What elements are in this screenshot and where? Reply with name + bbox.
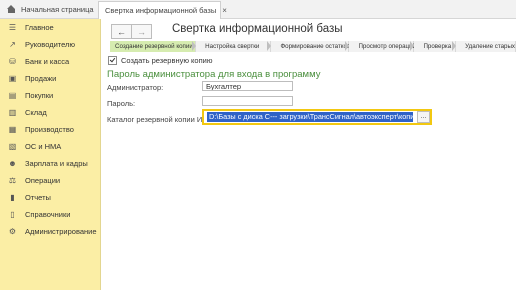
assets-icon: ▧ [8,141,17,151]
sidebar-item-label: ОС и НМА [25,141,62,151]
forward-button[interactable]: → [132,24,152,39]
sidebar-item-label: Производство [25,124,74,134]
section-title: Пароль администратора для входа в програ… [107,69,321,80]
home-icon [7,5,15,13]
sidebar: ☰ Главное ↗ Руководителю ⛁ Банк и касса … [0,19,101,290]
operations-icon: ⚖ [8,175,17,185]
password-field[interactable] [202,96,293,106]
sidebar-item-directories[interactable]: ▯ Справочники [0,206,100,222]
step-label: Создание резервной копии [115,43,193,50]
admin-field[interactable]: Бухгалтер [202,81,293,91]
create-backup-option[interactable]: Создать резервную копию [108,56,212,65]
sidebar-item-production[interactable]: ▦ Производство [0,121,100,137]
bank-icon: ⛁ [9,56,16,66]
sidebar-item-label: Главное [25,22,54,32]
people-icon: ☻ [8,158,17,168]
basket-icon: ▤ [8,90,17,100]
factory-icon: ▦ [8,124,17,134]
sidebar-item-label: Справочники [25,209,71,219]
create-backup-checkbox[interactable] [108,56,117,65]
step-label: Настройка свертки [205,43,260,50]
gear-icon: ⚙ [8,226,17,236]
sidebar-item-label: Отчеты [25,192,51,202]
step-check[interactable]: Проверка [414,41,457,52]
step-label: Проверка [423,43,452,50]
page-title: Свертка информационной базы [172,23,343,35]
step-view-operations[interactable]: Просмотр операций [349,41,417,52]
sidebar-item-label: Руководителю [25,39,76,49]
close-icon[interactable]: × [222,6,227,15]
sidebar-item-reports[interactable]: ▮ Отчеты [0,189,100,205]
create-backup-label: Создать резервную копию [121,56,213,65]
sidebar-item-administration[interactable]: ⚙ Администрирование [0,223,100,239]
sidebar-item-label: Покупки [25,90,54,100]
admin-label: Администратор: [107,83,164,92]
tab-home[interactable]: Начальная страница [0,2,104,17]
browse-button[interactable]: ... [417,111,430,123]
cart-icon: ▣ [8,73,17,83]
tab-infobase-collapse[interactable]: Свертка информационной базы × [98,1,227,19]
menu-icon: ☰ [8,22,17,32]
tab-bar: Начальная страница Свертка информационно… [0,0,516,19]
back-button[interactable]: ← [111,24,132,39]
sidebar-item-label: Зарплата и кадры [25,158,88,168]
warehouse-icon: ▥ [8,107,17,117]
step-form-balances[interactable]: Формирование остатков [271,41,351,52]
wizard-steps: Создание резервной копии Настройка сверт… [110,41,516,52]
tab-home-label: Начальная страница [21,5,94,14]
password-label: Пароль: [107,99,136,108]
sidebar-item-label: Банк и касса [25,56,70,66]
sidebar-item-assets[interactable]: ▧ ОС и НМА [0,138,100,154]
sidebar-item-warehouse[interactable]: ▥ Склад [0,104,100,120]
sidebar-item-sales[interactable]: ▣ Продажи [0,70,100,86]
step-collapse-settings[interactable]: Настройка свертки [196,41,272,52]
backup-dir-value[interactable]: D:\Базы с диска С--- загрузки\ТрансСигна… [207,112,414,122]
backup-dir-field[interactable]: D:\Базы с диска С--- загрузки\ТрансСигна… [202,109,432,125]
step-delete-old[interactable]: Удаление старых [456,41,516,52]
backup-dir-label: Каталог резервной копии ИБ: [107,115,210,124]
step-label: Просмотр операций [358,43,417,50]
sidebar-item-purchases[interactable]: ▤ Покупки [0,87,100,103]
reports-icon: ▮ [10,192,15,202]
trend-icon: ↗ [9,39,16,49]
sidebar-item-manager[interactable]: ↗ Руководителю [0,36,100,52]
sidebar-item-main[interactable]: ☰ Главное [0,19,100,35]
sidebar-item-bank[interactable]: ⛁ Банк и касса [0,53,100,69]
step-label: Формирование остатков [280,43,351,50]
step-label: Удаление старых [465,43,516,50]
sidebar-item-salary[interactable]: ☻ Зарплата и кадры [0,155,100,171]
tab-active-label: Свертка информационной базы [105,6,217,15]
sidebar-item-label: Продажи [25,73,57,83]
sidebar-item-operations[interactable]: ⚖ Операции [0,172,100,188]
history-nav: ← → [111,24,152,39]
sidebar-item-label: Администрирование [25,226,97,236]
main-panel: ← → Свертка информационной базы Создание… [101,19,516,290]
books-icon: ▯ [10,209,15,219]
step-create-backup[interactable]: Создание резервной копии [110,41,197,52]
sidebar-item-label: Операции [25,175,61,185]
sidebar-item-label: Склад [25,107,47,117]
